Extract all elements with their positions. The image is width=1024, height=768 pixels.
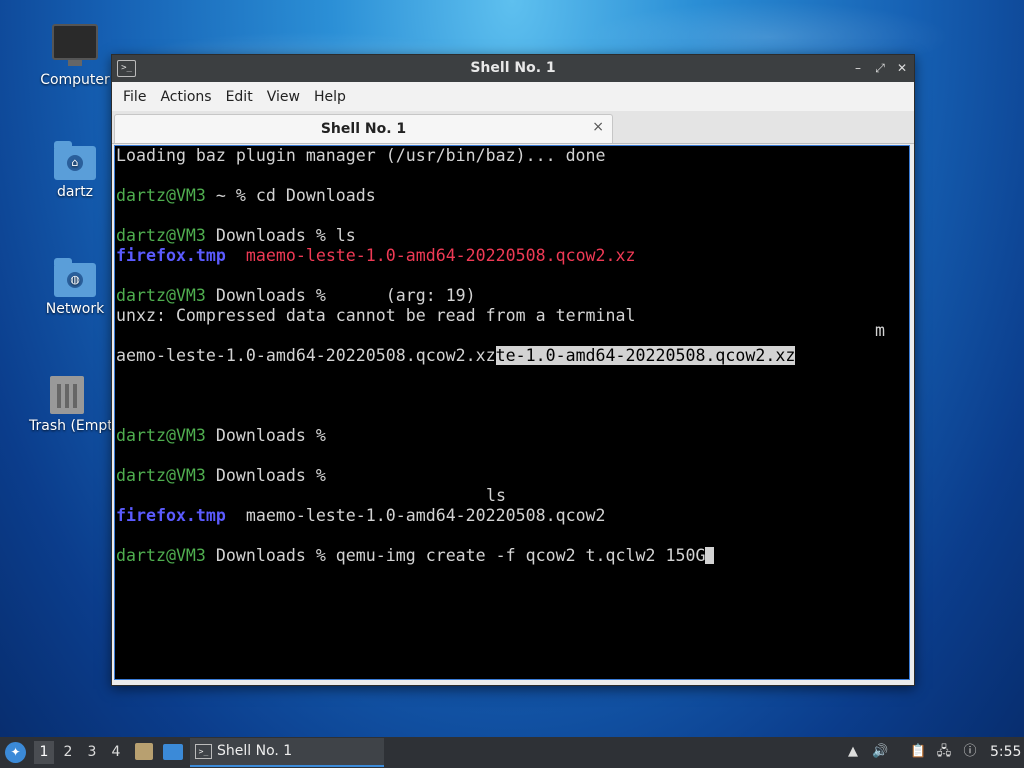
ls-entry-directory: firefox.tmp xyxy=(116,246,226,265)
terminal-line: dartz@VM3 Downloads % qemu-img create -f… xyxy=(116,546,909,566)
command-text: Downloads % xyxy=(205,466,326,485)
desktop-icon-label: Network xyxy=(45,301,105,317)
ls-separator xyxy=(226,246,246,265)
workspace-4[interactable]: 4 xyxy=(106,741,126,764)
task-label: Shell No. 1 xyxy=(217,743,293,759)
menu-view[interactable]: View xyxy=(260,89,307,105)
terminal-output[interactable]: Loading baz plugin manager (/usr/bin/baz… xyxy=(114,145,910,680)
window-title: Shell No. 1 xyxy=(470,60,556,76)
maximize-button[interactable]: ⤢ xyxy=(872,60,888,76)
terminal-line: Loading baz plugin manager (/usr/bin/baz… xyxy=(116,146,606,165)
stray-char: m xyxy=(875,321,885,340)
network-folder-icon: ◍ xyxy=(54,258,96,297)
clipboard-icon[interactable]: 📋 xyxy=(910,744,926,760)
echoed-command: ls xyxy=(486,486,506,505)
trash-icon xyxy=(50,376,84,414)
workspace-1[interactable]: 1 xyxy=(34,741,54,764)
network-tray-icon[interactable]: 🖧 xyxy=(936,744,952,760)
tray-up-arrow-icon[interactable]: ▲ xyxy=(845,744,861,760)
desktop-icon-network[interactable]: ◍ Network xyxy=(30,258,120,317)
desktop-icon-trash[interactable]: Trash (Empty) xyxy=(22,376,112,434)
update-notifier-icon[interactable]: ⓘ xyxy=(962,744,978,760)
desktop-icon-label: Trash (Empty) xyxy=(29,418,112,434)
terminal-error-line: unxz: Compressed data cannot be read fro… xyxy=(116,306,636,325)
prompt-user-host: dartz@VM3 xyxy=(116,546,206,565)
garbled-text: aemo-leste-1.0-amd64-20220508.qcow2.xz xyxy=(116,346,496,365)
menu-file[interactable]: File xyxy=(116,89,153,105)
terminal-line: dartz@VM3 ~ % cd Downloads xyxy=(116,186,909,206)
desktop-icon-home-folder[interactable]: ⌂ dartz xyxy=(30,141,120,200)
workspace-3[interactable]: 3 xyxy=(82,741,102,764)
selected-text: te-1.0-amd64-20220508.qcow2.xz xyxy=(495,346,796,365)
taskbar-task-shell[interactable]: >_ Shell No. 1 xyxy=(190,738,384,767)
start-menu-icon[interactable]: ✦ xyxy=(5,742,26,763)
window-titlebar[interactable]: >_ Shell No. 1 – ⤢ ✕ xyxy=(112,55,914,82)
text-cursor xyxy=(705,547,715,564)
menu-actions[interactable]: Actions xyxy=(153,89,218,105)
home-folder-icon: ⌂ xyxy=(54,141,96,180)
ls-entry-directory: firefox.tmp xyxy=(116,506,226,525)
minimize-button[interactable]: – xyxy=(850,60,866,76)
terminal-line: dartz@VM3 Downloads % xyxy=(116,466,909,486)
desktop-icon-label: Computer xyxy=(40,72,110,88)
prompt-user-host: dartz@VM3 xyxy=(116,226,206,245)
terminal-line: firefox.tmp maemo-leste-1.0-amd64-202205… xyxy=(116,246,909,266)
terminal-line: ls xyxy=(116,486,909,506)
computer-icon xyxy=(52,24,98,66)
command-text: Downloads % ls xyxy=(205,226,356,245)
desktop-icon-label: dartz xyxy=(56,184,94,200)
desktop-icon-computer[interactable]: Computer xyxy=(30,24,120,88)
close-button[interactable]: ✕ xyxy=(894,60,910,76)
command-text: ~ % cd Downloads xyxy=(205,186,376,205)
file-manager-icon[interactable] xyxy=(135,743,153,760)
tab-title: Shell No. 1 xyxy=(320,121,407,137)
taskbar: ✦ 1 2 3 4 >_ Shell No. 1 ▲ 🔊 📋 🖧 ⓘ 5:55 xyxy=(0,737,1024,768)
prompt-user-host: dartz@VM3 xyxy=(116,466,206,485)
prompt-user-host: dartz@VM3 xyxy=(116,186,206,205)
prompt-user-host: dartz@VM3 xyxy=(116,286,206,305)
clock[interactable]: 5:55 xyxy=(990,744,1021,760)
terminal-line: dartz@VM3 Downloads % (arg: 19) xyxy=(116,286,909,306)
menu-help[interactable]: Help xyxy=(307,89,353,105)
tab-shell-1[interactable]: Shell No. 1 × xyxy=(114,114,613,143)
ls-entry-file: maemo-leste-1.0-amd64-20220508.qcow2 xyxy=(225,506,606,525)
prompt-user-host: dartz@VM3 xyxy=(116,426,206,445)
workspace-2[interactable]: 2 xyxy=(58,741,78,764)
menu-bar: File Actions Edit View Help xyxy=(112,82,914,111)
terminal-line: dartz@VM3 Downloads % xyxy=(116,426,909,446)
command-input: Downloads % qemu-img create -f qcow2 t.q… xyxy=(205,546,706,565)
command-text: Downloads % xyxy=(205,426,326,445)
volume-icon[interactable]: 🔊 xyxy=(872,744,888,760)
terminal-task-icon: >_ xyxy=(195,744,212,759)
terminal-line: dartz@VM3 Downloads % ls xyxy=(116,226,909,246)
show-desktop-icon[interactable] xyxy=(163,744,183,760)
menu-edit[interactable]: Edit xyxy=(219,89,260,105)
terminal-line: aemo-leste-1.0-amd64-20220508.qcow2.xzte… xyxy=(116,346,909,366)
ls-entry-archive: maemo-leste-1.0-amd64-20220508.qcow2.xz xyxy=(245,246,636,265)
terminal-line: m xyxy=(116,321,909,346)
tab-bar: Shell No. 1 × xyxy=(112,111,914,144)
terminal-line: firefox.tmp maemo-leste-1.0-amd64-202205… xyxy=(116,506,909,526)
terminal-window: >_ Shell No. 1 – ⤢ ✕ File Actions Edit V… xyxy=(111,54,915,686)
command-text: Downloads % (arg: 19) xyxy=(205,286,476,305)
tab-close-icon[interactable]: × xyxy=(592,119,604,135)
